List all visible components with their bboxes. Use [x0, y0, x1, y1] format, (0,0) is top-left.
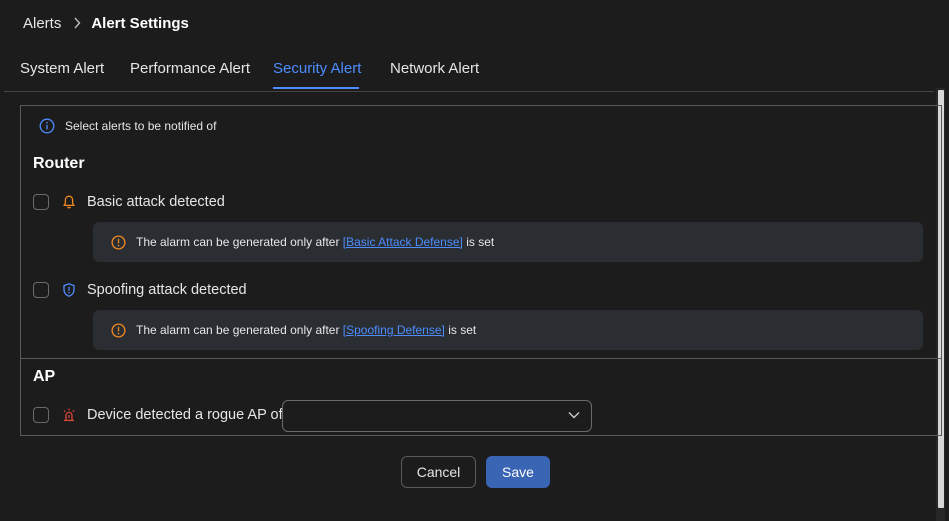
section-divider	[21, 358, 941, 359]
warning-circle-icon	[111, 234, 126, 250]
bell-icon	[61, 194, 77, 210]
info-icon	[39, 118, 55, 134]
breadcrumb-alerts-link[interactable]: Alerts	[23, 15, 61, 32]
basic-attack-defense-link[interactable]: [Basic Attack Defense]	[343, 235, 463, 249]
breadcrumb: Alerts Alert Settings	[23, 14, 189, 32]
basic-attack-checkbox[interactable]	[33, 194, 49, 210]
alert-row-basic-attack: Basic attack detected	[33, 194, 225, 210]
active-tab-indicator	[273, 87, 359, 89]
basic-attack-label: Basic attack detected	[87, 194, 225, 210]
alert-row-spoofing-attack: Spoofing attack detected	[33, 282, 247, 298]
page-title: Alert Settings	[91, 14, 189, 32]
rogue-ap-source-select[interactable]	[282, 400, 592, 432]
basic-attack-note-suffix: is set	[462, 235, 495, 249]
tabs-divider	[4, 91, 934, 92]
spoofing-attack-label: Spoofing attack detected	[87, 282, 247, 298]
spoofing-attack-note: The alarm can be generated only after [S…	[93, 310, 923, 350]
basic-attack-note: The alarm can be generated only after [B…	[93, 222, 923, 262]
info-hint: Select alerts to be notified of	[39, 118, 216, 134]
info-text: Select alerts to be notified of	[65, 119, 217, 133]
tab-system-alert[interactable]: System Alert	[20, 60, 104, 77]
tab-performance-alert[interactable]: Performance Alert	[130, 60, 250, 77]
section-title-ap: AP	[33, 368, 56, 385]
security-alert-panel: Select alerts to be notified of Router B…	[20, 105, 942, 436]
tab-security-alert[interactable]: Security Alert	[273, 60, 361, 77]
warning-circle-icon	[111, 322, 126, 338]
chevron-down-icon	[568, 411, 580, 419]
spoofing-attack-note-suffix: is set	[444, 323, 477, 337]
section-title-router: Router	[33, 155, 85, 172]
spoofing-attack-checkbox[interactable]	[33, 282, 49, 298]
alarm-siren-icon	[61, 407, 77, 423]
basic-attack-note-prefix: The alarm can be generated only after	[136, 235, 343, 249]
rogue-ap-checkbox[interactable]	[33, 407, 49, 423]
alert-type-tabs: System Alert Performance Alert Security …	[0, 52, 949, 90]
chevron-right-icon	[73, 17, 81, 29]
alert-row-rogue-ap: Device detected a rogue AP of	[33, 407, 283, 423]
spoofing-defense-link[interactable]: [Spoofing Defense]	[343, 323, 445, 337]
shield-icon	[61, 282, 77, 298]
rogue-ap-label: Device detected a rogue AP of	[87, 407, 283, 423]
spoofing-attack-note-prefix: The alarm can be generated only after	[136, 323, 343, 337]
cancel-button[interactable]: Cancel	[401, 456, 476, 488]
save-button[interactable]: Save	[486, 456, 550, 488]
tab-network-alert[interactable]: Network Alert	[390, 60, 479, 77]
